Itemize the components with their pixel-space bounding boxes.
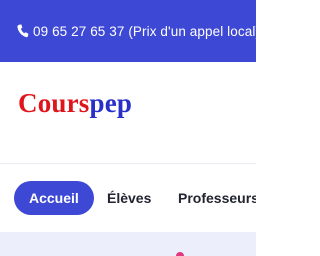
nav-item-eleves[interactable]: Élèves: [107, 181, 151, 215]
nav-item-professeurs[interactable]: Professeurs: [178, 181, 256, 215]
phone-number-link[interactable]: 09 65 27 65 37 (Prix d'un appel local): [33, 24, 256, 39]
top-contact-bar: 09 65 27 65 37 (Prix d'un appel local): [0, 0, 256, 62]
header: Courspep: [0, 62, 256, 164]
main-navigation: Accueil Élèves Professeurs: [0, 164, 256, 232]
logo-text-red: Cours: [18, 88, 90, 118]
site-logo[interactable]: Courspep: [18, 88, 132, 119]
nav-item-accueil[interactable]: Accueil: [14, 181, 94, 215]
hero-section: [0, 232, 256, 256]
phone-icon: [17, 24, 29, 38]
logo-text-blue: pep: [89, 88, 133, 118]
hero-decoration: [176, 252, 184, 256]
